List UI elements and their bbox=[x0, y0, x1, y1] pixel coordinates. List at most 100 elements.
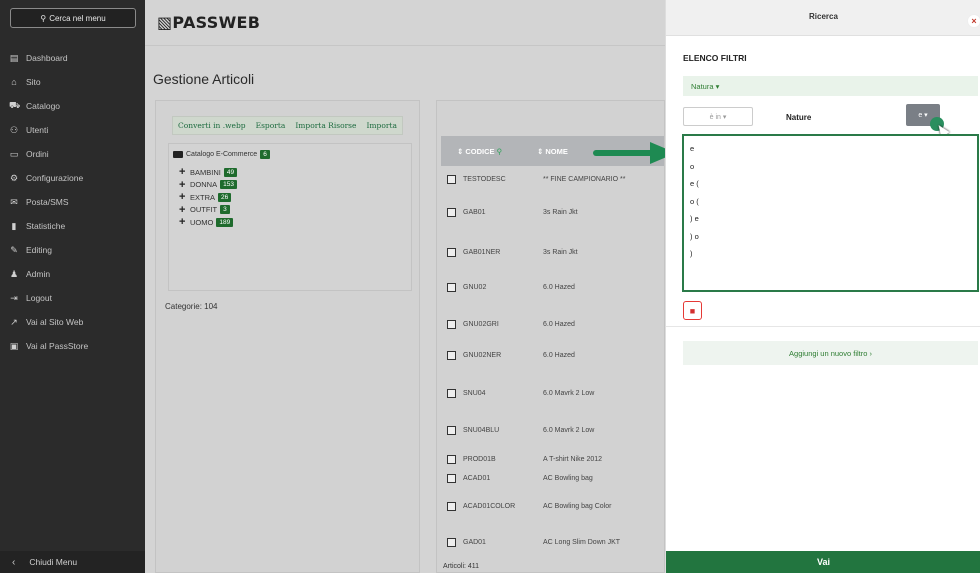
row-code: GNU02 bbox=[463, 284, 487, 291]
logout-icon: ⇥ bbox=[10, 292, 18, 303]
tree-item-label: DONNA bbox=[190, 180, 218, 190]
row-checkbox[interactable] bbox=[447, 248, 456, 257]
page-title: Gestione Articoli bbox=[153, 71, 255, 87]
row-checkbox[interactable] bbox=[447, 351, 456, 360]
dropdown-option-close-e[interactable]: ) e bbox=[684, 210, 977, 228]
row-name: AC Bowling bag bbox=[543, 475, 593, 482]
export-button[interactable]: Esporta bbox=[251, 117, 291, 134]
table-row[interactable]: GNU02 6.0 Hazed bbox=[441, 283, 664, 292]
menu-search-button[interactable]: ⚲ Cerca nel menu bbox=[10, 8, 136, 28]
row-checkbox[interactable] bbox=[447, 474, 456, 483]
row-checkbox[interactable] bbox=[447, 283, 456, 292]
sidebar-item-label: Sito bbox=[26, 77, 41, 87]
close-menu-label: Chiudi Menu bbox=[29, 557, 78, 567]
row-name: 6.0 Hazed bbox=[543, 321, 575, 328]
filters-title: ELENCO FILTRI bbox=[683, 53, 747, 63]
tree-item[interactable]: + DONNA 153 bbox=[179, 179, 237, 192]
row-checkbox[interactable] bbox=[447, 208, 456, 217]
import-button[interactable]: Importa bbox=[361, 117, 401, 134]
dropdown-option-close[interactable]: ) bbox=[684, 245, 977, 263]
row-checkbox[interactable] bbox=[447, 538, 456, 547]
sidebar-item-statistiche[interactable]: ▮ Statistiche bbox=[0, 214, 145, 238]
sidebar-item-utenti[interactable]: ⚇ Utenti bbox=[0, 118, 145, 142]
sidebar-item-posta[interactable]: ✉ Posta/SMS bbox=[0, 190, 145, 214]
tree-item-label: OUTFIT bbox=[190, 205, 218, 215]
dropdown-option-e[interactable]: e bbox=[684, 140, 977, 158]
sidebar-item-dashboard[interactable]: ▤ Dashboard bbox=[0, 46, 145, 70]
sidebar-item-catalogo[interactable]: ⛟ Catalogo bbox=[0, 94, 145, 118]
dropdown-option-o[interactable]: o bbox=[684, 158, 977, 176]
sidebar-item-label: Catalogo bbox=[26, 101, 61, 111]
expand-icon[interactable]: + bbox=[179, 191, 187, 203]
convert-webp-button[interactable]: Converti in .webp bbox=[173, 117, 251, 134]
delete-filter-button[interactable]: ■ bbox=[683, 301, 702, 320]
tree-item-label: BAMBINI bbox=[190, 167, 221, 177]
dropdown-option-o-open[interactable]: o ( bbox=[684, 193, 977, 211]
table-row[interactable]: ACAD01COLOR AC Bowling bag Color bbox=[441, 502, 664, 511]
sidebar-item-logout[interactable]: ⇥ Logout bbox=[0, 286, 145, 310]
tree-item-label: UOMO bbox=[190, 217, 214, 227]
close-icon[interactable]: × bbox=[967, 14, 980, 28]
search-panel-header: Ricerca × bbox=[666, 0, 980, 36]
go-button[interactable]: Vai bbox=[666, 551, 980, 573]
dropdown-option-e-open[interactable]: e ( bbox=[684, 175, 977, 193]
table-row[interactable]: GNU02GRI 6.0 Hazed bbox=[441, 320, 664, 329]
row-name: ** FINE CAMPIONARIO ** bbox=[543, 176, 626, 183]
sidebar-item-passstore[interactable]: ▣ Vai al PassStore bbox=[0, 334, 145, 358]
table-row[interactable]: GAD01 AC Long Slim Down JKT bbox=[441, 538, 664, 547]
row-checkbox[interactable] bbox=[447, 389, 456, 398]
table-row[interactable]: TESTODESC ** FINE CAMPIONARIO ** bbox=[441, 175, 664, 184]
count-badge: 153 bbox=[220, 180, 237, 190]
row-checkbox[interactable] bbox=[447, 455, 456, 464]
sidebar-item-configurazione[interactable]: ⚙ Configurazione bbox=[0, 166, 145, 190]
expand-icon[interactable]: + bbox=[179, 179, 187, 191]
import-resources-button[interactable]: Importa Risorse bbox=[290, 117, 361, 134]
dropdown-option-close-o[interactable]: ) o bbox=[684, 228, 977, 246]
add-filter-button[interactable]: Aggiungi un nuovo filtro › bbox=[683, 341, 978, 365]
expand-icon[interactable]: + bbox=[179, 204, 187, 216]
sidebar-item-sito[interactable]: ⌂ Sito bbox=[0, 70, 145, 94]
tree-item[interactable]: + UOMO 189 bbox=[179, 216, 237, 229]
sidebar-item-label: Admin bbox=[26, 269, 51, 279]
row-checkbox[interactable] bbox=[447, 426, 456, 435]
document-icon: ▭ bbox=[9, 148, 19, 159]
row-code: GAD01 bbox=[463, 539, 486, 546]
sidebar-item-editing[interactable]: ✎ Editing bbox=[0, 238, 145, 262]
sidebar-item-admin[interactable]: ♟ Admin bbox=[0, 262, 145, 286]
sidebar-item-label: Logout bbox=[26, 293, 52, 303]
table-row[interactable]: SNU04BLU 6.0 Mavrk 2 Low bbox=[441, 426, 664, 435]
row-name: 6.0 Mavrk 2 Low bbox=[543, 390, 595, 397]
operator-select[interactable]: è in ▾ bbox=[683, 107, 753, 126]
table-row[interactable]: PROD01B A T-shirt Nike 2012 bbox=[441, 455, 664, 464]
expand-icon[interactable]: + bbox=[179, 166, 187, 178]
sidebar: ⚲ Cerca nel menu ▤ Dashboard ⌂ Sito ⛟ Catal… bbox=[0, 0, 145, 573]
sidebar-item-label: Editing bbox=[26, 245, 52, 255]
row-checkbox[interactable] bbox=[447, 175, 456, 184]
name-column-header[interactable]: ⇕ NOME bbox=[537, 147, 568, 156]
expand-icon[interactable]: + bbox=[179, 216, 187, 228]
tree-item[interactable]: + OUTFIT 3 bbox=[179, 204, 237, 217]
table-row[interactable]: GNU02NER 6.0 Hazed bbox=[441, 351, 664, 360]
table-row[interactable]: GAB01NER 3s Rain Jkt bbox=[441, 248, 664, 257]
row-name: 6.0 Hazed bbox=[543, 352, 575, 359]
tree-root[interactable]: Catalogo E-Commerce 6 bbox=[173, 150, 270, 159]
passweb-logo[interactable]: ▧PASSWEB bbox=[157, 13, 260, 32]
tree-item[interactable]: + EXTRA 26 bbox=[179, 191, 237, 204]
row-checkbox[interactable] bbox=[447, 502, 456, 511]
table-row[interactable]: ACAD01 AC Bowling bag bbox=[441, 474, 664, 483]
toolbar: Converti in .webp Esporta Importa Risors… bbox=[172, 116, 403, 135]
table-row[interactable]: GAB01 3s Rain Jkt bbox=[441, 208, 664, 217]
row-name: AC Long Slim Down JKT bbox=[543, 539, 621, 546]
tree-item[interactable]: + BAMBINI 49 bbox=[179, 166, 238, 179]
sidebar-item-ordini[interactable]: ▭ Ordini bbox=[0, 142, 145, 166]
code-column-header[interactable]: ⇕ CODICE ⚲ bbox=[441, 147, 537, 156]
row-code: ACAD01 bbox=[463, 475, 491, 482]
table-row[interactable]: SNU04 6.0 Mavrk 2 Low bbox=[441, 389, 664, 398]
sidebar-item-sito-web[interactable]: ↗ Vai al Sito Web bbox=[0, 310, 145, 334]
row-checkbox[interactable] bbox=[447, 320, 456, 329]
trash-icon: ■ bbox=[689, 305, 696, 316]
natura-filter-toggle[interactable]: Natura ▾ bbox=[683, 76, 978, 96]
close-menu-button[interactable]: ‹ Chiudi Menu bbox=[0, 551, 145, 573]
search-icon[interactable]: ⚲ bbox=[497, 147, 503, 156]
row-name: 6.0 Mavrk 2 Low bbox=[543, 427, 595, 434]
